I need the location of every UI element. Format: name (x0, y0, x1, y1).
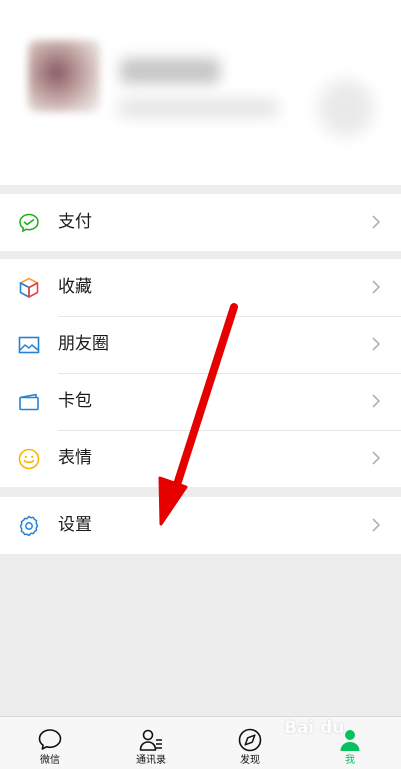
tab-me-label: 我 (345, 755, 355, 766)
profile-header[interactable] (0, 0, 401, 185)
nickname-blurred (120, 58, 220, 84)
chevron-right-icon (372, 518, 381, 532)
menu-item-stickers-label: 表情 (58, 448, 92, 468)
menu-item-favorites-label: 收藏 (58, 277, 92, 297)
qr-code-blurred[interactable] (318, 80, 374, 136)
watermark: Bai du (284, 718, 345, 738)
avatar[interactable] (28, 40, 100, 112)
menu-item-settings[interactable]: 设置 (0, 497, 401, 554)
menu-item-moments[interactable]: 朋友圈 (0, 316, 401, 373)
menu-group-main: 收藏 朋友圈 卡包 表情 (0, 259, 401, 487)
wechat-pay-icon (19, 213, 39, 233)
menu-item-stickers[interactable]: 表情 (0, 430, 401, 487)
chat-bubble-icon (38, 729, 62, 750)
chevron-right-icon (372, 337, 381, 351)
tab-contacts-label: 通讯录 (136, 755, 166, 766)
tab-chats-label: 微信 (40, 755, 60, 766)
menu-item-pay-label: 支付 (58, 212, 92, 232)
menu-item-moments-label: 朋友圈 (58, 334, 109, 354)
chevron-right-icon (372, 280, 381, 294)
favorites-cube-icon (19, 277, 39, 298)
tab-discover[interactable]: 发现 (210, 717, 290, 769)
tab-discover-label: 发现 (240, 755, 260, 766)
compass-icon (238, 728, 262, 752)
chevron-right-icon (372, 451, 381, 465)
menu-group-pay: 支付 (0, 194, 401, 251)
moments-image-icon (18, 336, 40, 354)
menu-item-cards[interactable]: 卡包 (0, 373, 401, 430)
menu-group-settings: 设置 (0, 497, 401, 554)
menu-item-settings-label: 设置 (58, 515, 92, 535)
tab-contacts[interactable]: 通讯录 (111, 717, 191, 769)
card-wallet-icon (19, 393, 39, 411)
chevron-right-icon (372, 215, 381, 229)
chevron-right-icon (372, 394, 381, 408)
smiley-icon (18, 448, 40, 470)
menu-item-favorites[interactable]: 收藏 (0, 259, 401, 316)
gear-icon (19, 515, 39, 537)
menu-item-cards-label: 卡包 (58, 391, 92, 411)
tab-chats[interactable]: 微信 (10, 717, 90, 769)
wechat-id-blurred (118, 100, 278, 116)
contacts-person-icon (139, 729, 162, 751)
menu-item-pay[interactable]: 支付 (0, 194, 401, 251)
